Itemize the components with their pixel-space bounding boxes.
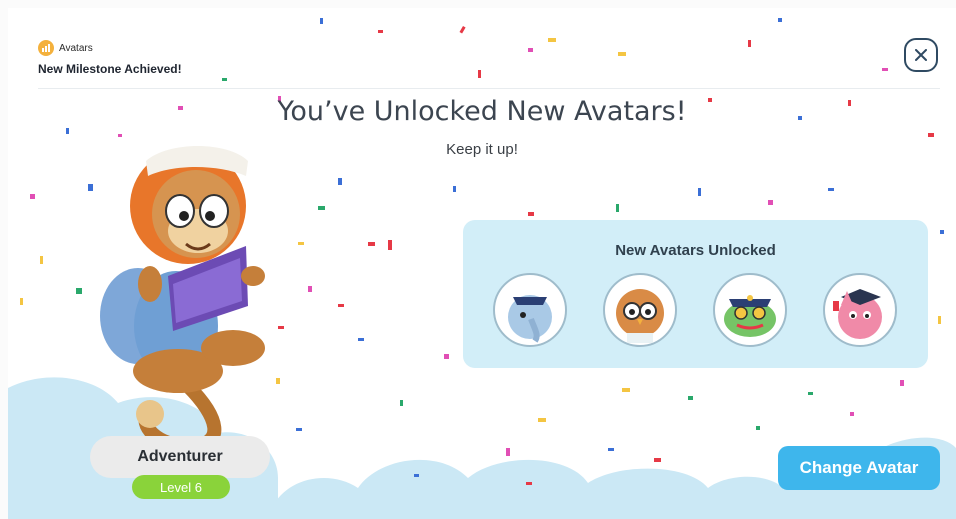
- elephant-police-avatar[interactable]: [493, 273, 567, 347]
- close-icon: [915, 49, 927, 61]
- change-avatar-button[interactable]: Change Avatar: [778, 446, 940, 490]
- cat-graduate-avatar[interactable]: [823, 273, 897, 347]
- modal-header: Avatars New Milestone Achieved!: [38, 40, 182, 76]
- header-divider: [38, 88, 940, 89]
- owl-doctor-avatar[interactable]: [603, 273, 677, 347]
- breadcrumb: Avatars: [38, 40, 182, 56]
- panel-title: New Avatars Unlocked: [615, 242, 776, 259]
- chart-bars-icon: [38, 40, 54, 56]
- level-badge: Level 6: [132, 475, 230, 499]
- adventurer-mascot-image: [100, 146, 265, 454]
- new-avatars-panel: New Avatars Unlocked: [463, 220, 928, 368]
- frog-police-avatar[interactable]: [713, 273, 787, 347]
- avatar-name-pill: Adventurer: [90, 436, 270, 478]
- breadcrumb-label: Avatars: [59, 42, 93, 54]
- avatar-list: [493, 273, 897, 347]
- modal-subtitle: New Milestone Achieved!: [38, 62, 182, 76]
- milestone-modal: Avatars New Milestone Achieved! You’ve U…: [8, 8, 956, 519]
- close-button[interactable]: [904, 38, 938, 72]
